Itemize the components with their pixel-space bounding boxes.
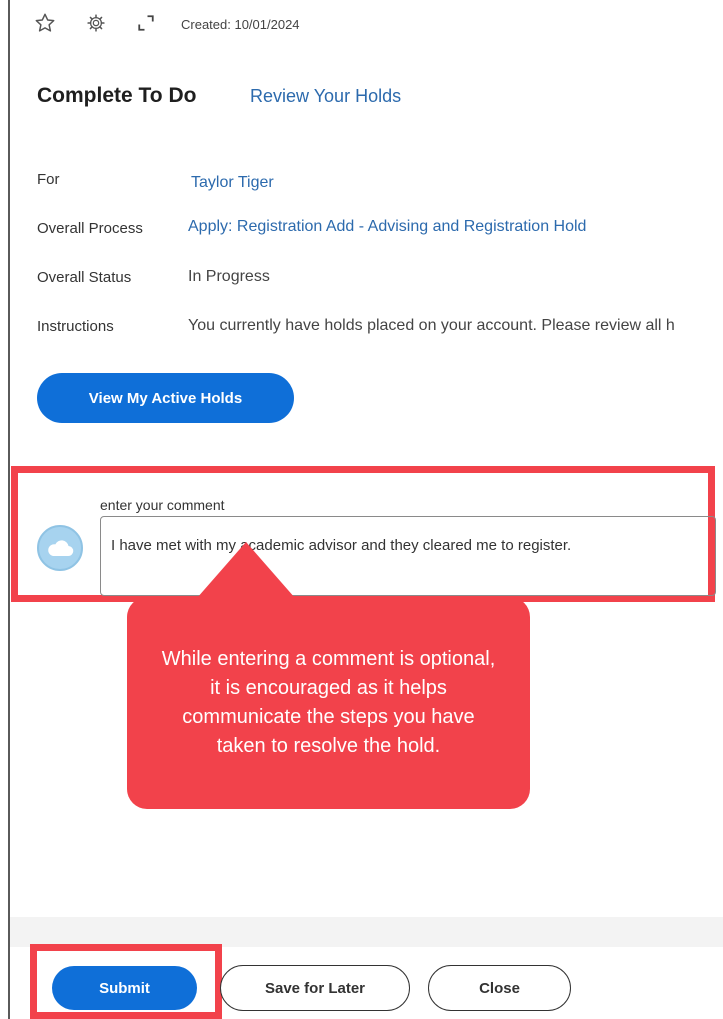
comment-input[interactable]: I have met with my academic advisor and … [100, 516, 716, 596]
instructions-value: You currently have holds placed on your … [188, 317, 675, 334]
overall-status-label: Overall Status [37, 269, 132, 286]
star-icon[interactable] [32, 10, 58, 36]
callout-arrow [197, 542, 295, 598]
window-left-border [8, 0, 10, 1019]
avatar [37, 525, 83, 571]
expand-icon[interactable] [133, 10, 159, 36]
page-title: Complete To Do [37, 84, 197, 107]
for-value-link[interactable]: Taylor Tiger [191, 174, 274, 192]
cloud-icon [48, 540, 74, 557]
gear-icon[interactable] [83, 10, 109, 36]
callout-text: While entering a comment is optional, it… [161, 648, 496, 757]
for-label: For [37, 171, 60, 188]
footer-divider [10, 917, 723, 947]
created-date: Created: 10/01/2024 [181, 17, 300, 32]
overall-status-value: In Progress [188, 268, 270, 285]
view-active-holds-button[interactable]: View My Active Holds [37, 373, 294, 423]
close-button[interactable]: Close [428, 965, 571, 1011]
comment-label: enter your comment [100, 497, 225, 513]
submit-button[interactable]: Submit [52, 966, 197, 1010]
overall-process-label: Overall Process [37, 220, 143, 237]
instructions-label: Instructions [37, 318, 114, 335]
overall-process-link[interactable]: Apply: Registration Add - Advising and R… [188, 218, 586, 236]
callout-tooltip: While entering a comment is optional, it… [127, 597, 530, 809]
save-for-later-button[interactable]: Save for Later [220, 965, 410, 1011]
review-holds-link[interactable]: Review Your Holds [250, 86, 401, 107]
